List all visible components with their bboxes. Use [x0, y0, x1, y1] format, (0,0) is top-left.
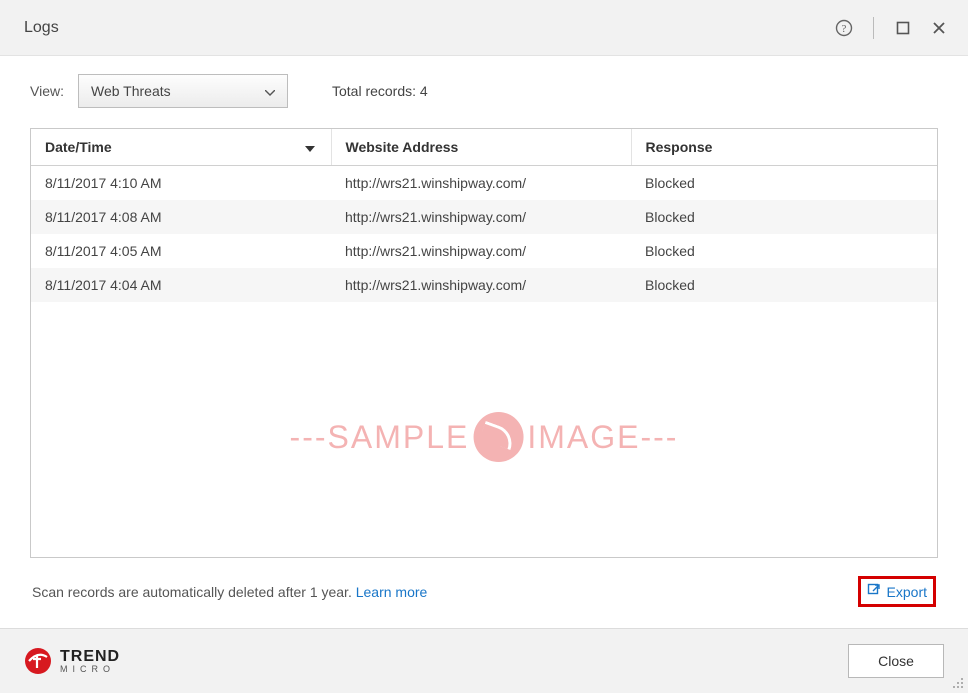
maximize-icon[interactable]	[892, 17, 914, 39]
cell-address: http://wrs21.winshipway.com/	[331, 234, 631, 268]
watermark-right: IMAGE---	[527, 419, 678, 456]
table-row[interactable]: 8/11/2017 4:10 AMhttp://wrs21.winshipway…	[31, 166, 937, 201]
resize-grip-icon	[952, 677, 964, 689]
table-row[interactable]: 8/11/2017 4:08 AMhttp://wrs21.winshipway…	[31, 200, 937, 234]
help-icon[interactable]: ?	[833, 17, 855, 39]
brand-text: TREND MICRO	[60, 649, 120, 674]
window-title: Logs	[24, 19, 833, 37]
column-address[interactable]: Website Address	[331, 129, 631, 166]
cell-datetime: 8/11/2017 4:04 AM	[31, 268, 331, 302]
column-datetime-label: Date/Time	[45, 139, 112, 155]
cell-address: http://wrs21.winshipway.com/	[331, 166, 631, 201]
cell-datetime: 8/11/2017 4:08 AM	[31, 200, 331, 234]
brand-logo-icon	[24, 647, 52, 675]
cell-datetime: 8/11/2017 4:10 AM	[31, 166, 331, 201]
cell-response: Blocked	[631, 234, 937, 268]
column-datetime[interactable]: Date/Time	[31, 129, 331, 166]
total-records-label: Total records:	[332, 83, 416, 99]
total-records: Total records: 4	[332, 83, 428, 99]
cell-address: http://wrs21.winshipway.com/	[331, 268, 631, 302]
info-text: Scan records are automatically deleted a…	[32, 584, 352, 600]
view-label: View:	[30, 83, 64, 99]
view-select-value: Web Threats	[91, 83, 171, 99]
export-icon	[867, 583, 881, 600]
footer: TREND MICRO Close	[0, 628, 968, 693]
column-address-label: Website Address	[346, 139, 459, 155]
cell-datetime: 8/11/2017 4:05 AM	[31, 234, 331, 268]
window-controls: ?	[833, 17, 950, 39]
filter-row: View: Web Threats Total records: 4	[30, 74, 938, 108]
titlebar: Logs ?	[0, 0, 968, 56]
log-table: Date/Time Website Address Response 8/11/…	[30, 128, 938, 558]
brand-sub: MICRO	[60, 665, 120, 674]
total-records-value: 4	[420, 83, 428, 99]
cell-response: Blocked	[631, 200, 937, 234]
close-button[interactable]: Close	[848, 644, 944, 678]
sort-desc-icon	[305, 139, 315, 155]
chevron-down-icon	[265, 83, 275, 99]
watermark-logo-icon	[473, 412, 523, 462]
brand-name: TREND	[60, 649, 120, 665]
column-response-label: Response	[646, 139, 713, 155]
export-button[interactable]: Export	[858, 576, 936, 607]
table-row[interactable]: 8/11/2017 4:04 AMhttp://wrs21.winshipway…	[31, 268, 937, 302]
close-icon[interactable]	[928, 17, 950, 39]
watermark-left: ---SAMPLE	[290, 419, 470, 456]
view-select[interactable]: Web Threats	[78, 74, 288, 108]
watermark: ---SAMPLE IMAGE---	[290, 412, 679, 462]
content-area: View: Web Threats Total records: 4 Date/…	[0, 56, 968, 607]
info-line: Scan records are automatically deleted a…	[30, 558, 938, 607]
table-header-row: Date/Time Website Address Response	[31, 129, 937, 166]
cell-address: http://wrs21.winshipway.com/	[331, 200, 631, 234]
info-text-wrap: Scan records are automatically deleted a…	[32, 584, 427, 600]
brand: TREND MICRO	[24, 647, 120, 675]
learn-more-link[interactable]: Learn more	[356, 584, 428, 600]
close-button-label: Close	[878, 653, 914, 669]
export-label: Export	[887, 584, 927, 600]
separator	[873, 17, 874, 39]
cell-response: Blocked	[631, 268, 937, 302]
column-response[interactable]: Response	[631, 129, 937, 166]
cell-response: Blocked	[631, 166, 937, 201]
svg-text:?: ?	[842, 23, 847, 35]
table-row[interactable]: 8/11/2017 4:05 AMhttp://wrs21.winshipway…	[31, 234, 937, 268]
